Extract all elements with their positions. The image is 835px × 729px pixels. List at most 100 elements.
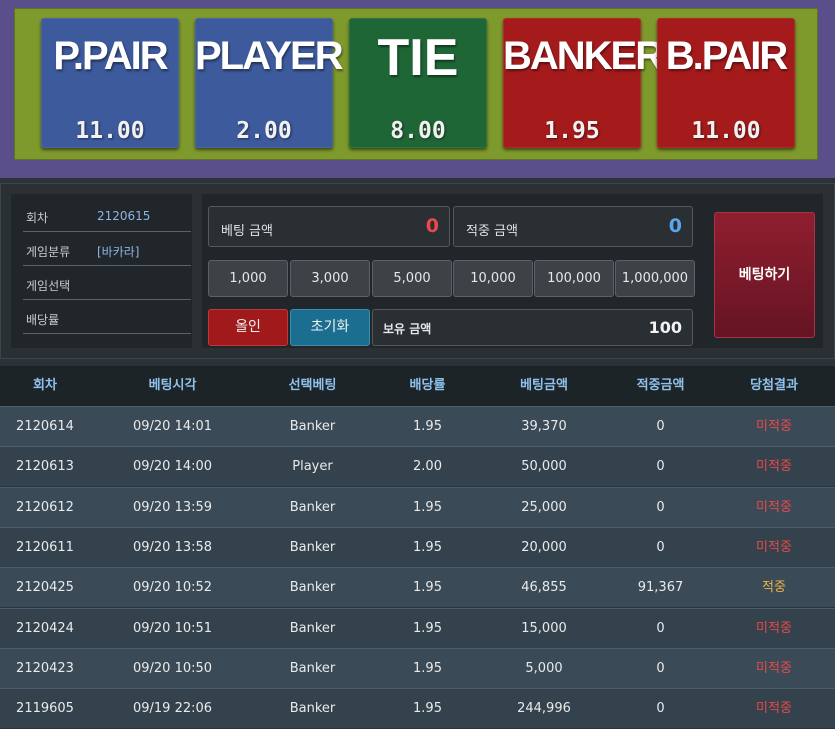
bet-tile-player[interactable]: PLAYER 2.00	[195, 18, 344, 148]
header-hit-amount: 적중금액	[636, 378, 685, 393]
header-selection: 선택베팅	[288, 378, 337, 393]
cell-result: 미적중	[756, 419, 792, 434]
round-number: 2120615	[97, 209, 151, 223]
cell-bet-amount: 15,000	[521, 620, 567, 636]
chip-button-10000[interactable]: 10,000	[453, 260, 533, 297]
bet-history-table: 회차 베팅시각 선택베팅 배당률 베팅금액 적중금액 당첨결과 2120614 0…	[0, 366, 835, 729]
cell-selection: Banker	[289, 701, 336, 717]
hit-amount-label: 적중 금액	[466, 224, 518, 239]
info-row-category: 게임분류 [바카라]	[23, 232, 191, 266]
cell-odds: 1.95	[413, 620, 442, 636]
cell-hit-amount: 0	[656, 701, 665, 717]
cell-round: 2120424	[16, 620, 74, 636]
cell-selection: Banker	[289, 419, 336, 434]
info-label: 회차	[26, 211, 49, 225]
chip-button-100000[interactable]: 100,000	[534, 260, 614, 297]
table-row: 2120613 09/20 14:00 Player 2.00 50,000 0 미적중	[0, 446, 835, 487]
cell-round: 2120425	[16, 580, 74, 596]
cell-round: 2120611	[16, 539, 74, 555]
cell-bet-time: 09/20 10:51	[132, 620, 213, 636]
tile-label: TIE	[377, 29, 459, 87]
holding-value: 100	[648, 318, 682, 337]
tile-label: PLAYER	[195, 34, 344, 78]
cell-result: 적중	[762, 580, 786, 596]
header-bet-amount: 베팅금액	[520, 378, 568, 393]
cell-selection: Banker	[289, 580, 336, 596]
cell-odds: 1.95	[413, 419, 442, 434]
cell-odds: 1.95	[413, 499, 442, 515]
place-bet-button[interactable]: 베팅하기	[714, 212, 815, 338]
bet-amount-display: 베팅 금액 0	[208, 206, 450, 247]
bet-amount-value: 0	[425, 215, 439, 237]
tile-odds: 2.00	[236, 118, 292, 144]
game-category: [바카라]	[97, 245, 140, 259]
info-row-round: 회차 2120615	[23, 198, 191, 232]
bet-tile-player-pair[interactable]: P.PAIR 11.00	[41, 18, 179, 148]
hit-amount-display: 적중 금액 0	[453, 206, 693, 247]
cell-bet-time: 09/19 22:06	[132, 701, 213, 717]
cell-bet-time: 09/20 14:00	[132, 459, 213, 475]
cell-bet-amount: 25,000	[521, 499, 567, 515]
table-row: 2120423 09/20 10:50 Banker 1.95 5,000 0 미적중	[0, 647, 835, 688]
tile-odds: 11.00	[75, 118, 145, 144]
chip-button-3000[interactable]: 3,000	[290, 260, 370, 297]
table-header: 회차 베팅시각 선택베팅 배당률 베팅금액 적중금액 당첨결과	[0, 366, 835, 406]
cell-hit-amount: 0	[656, 620, 665, 636]
cell-round: 2120612	[16, 499, 74, 515]
chip-button-1000[interactable]: 1,000	[208, 260, 288, 297]
reset-button[interactable]: 초기화	[290, 309, 370, 346]
betting-board-inner: P.PAIR 11.00 PLAYER 2.00 TIE 8.00 BANKER…	[14, 8, 818, 160]
table-row: 2120424 09/20 10:51 Banker 1.95 15,000 0 미적중	[0, 607, 835, 648]
cell-round: 2120613	[16, 459, 74, 475]
cell-bet-amount: 46,855	[521, 580, 567, 596]
cell-odds: 1.95	[413, 580, 442, 596]
cell-result: 미적중	[756, 499, 792, 515]
cell-bet-time: 09/20 10:52	[132, 580, 213, 596]
bet-input-area: 베팅 금액 0 적중 금액 0 1,000 3,000 5,000 10,000…	[202, 194, 823, 348]
cell-bet-amount: 50,000	[521, 459, 567, 475]
bet-tile-banker[interactable]: BANKER 1.95	[503, 18, 664, 148]
cell-result: 미적중	[756, 620, 792, 636]
table-row: 2120425 09/20 10:52 Banker 1.95 46,855 91,367…	[0, 567, 835, 608]
cell-bet-amount: 244,996	[517, 701, 571, 717]
cell-selection: Banker	[289, 539, 336, 555]
info-label: 게임선택	[26, 279, 71, 293]
header-round: 회차	[33, 378, 57, 393]
cell-hit-amount: 91,367	[637, 580, 684, 596]
tile-label: B.PAIR	[665, 34, 789, 78]
cell-odds: 1.95	[413, 660, 442, 676]
cell-odds: 1.95	[413, 701, 442, 717]
all-in-button[interactable]: 올인	[208, 309, 288, 346]
info-label: 배당률	[26, 313, 60, 327]
cell-hit-amount: 0	[656, 539, 665, 555]
hit-amount-value: 0	[668, 215, 682, 237]
chip-button-1000000[interactable]: 1,000,000	[615, 260, 695, 297]
cell-result: 미적중	[756, 539, 792, 555]
bet-amount-label: 베팅 금액	[221, 224, 273, 239]
chip-button-5000[interactable]: 5,000	[372, 260, 452, 297]
cell-odds: 1.95	[413, 539, 442, 555]
cell-bet-amount: 20,000	[521, 539, 567, 555]
cell-hit-amount: 0	[656, 419, 665, 434]
cell-result: 미적중	[756, 701, 792, 717]
info-label: 게임분류	[26, 245, 71, 259]
header-odds: 배당률	[409, 378, 446, 393]
cell-hit-amount: 0	[656, 459, 665, 475]
info-row-selection: 게임선택	[23, 266, 191, 300]
cell-result: 미적중	[756, 660, 792, 676]
bet-tile-tie[interactable]: TIE 8.00	[349, 18, 487, 148]
cell-selection: Banker	[289, 660, 336, 676]
tile-odds: 11.00	[691, 118, 761, 144]
cell-round: 2120614	[16, 419, 74, 434]
cell-bet-time: 09/20 13:58	[132, 539, 213, 555]
holding-amount-display: 보유 금액 100	[372, 309, 693, 346]
cell-hit-amount: 0	[656, 660, 665, 676]
cell-bet-amount: 5,000	[525, 660, 563, 676]
cell-selection: Banker	[289, 620, 336, 636]
tile-label: P.PAIR	[53, 34, 168, 78]
cell-odds: 2.00	[413, 459, 442, 475]
info-row-odds: 배당률	[23, 300, 191, 334]
bet-tile-banker-pair[interactable]: B.PAIR 11.00	[657, 18, 795, 148]
betting-board: P.PAIR 11.00 PLAYER 2.00 TIE 8.00 BANKER…	[0, 0, 835, 178]
cell-bet-time: 09/20 13:59	[132, 499, 213, 515]
